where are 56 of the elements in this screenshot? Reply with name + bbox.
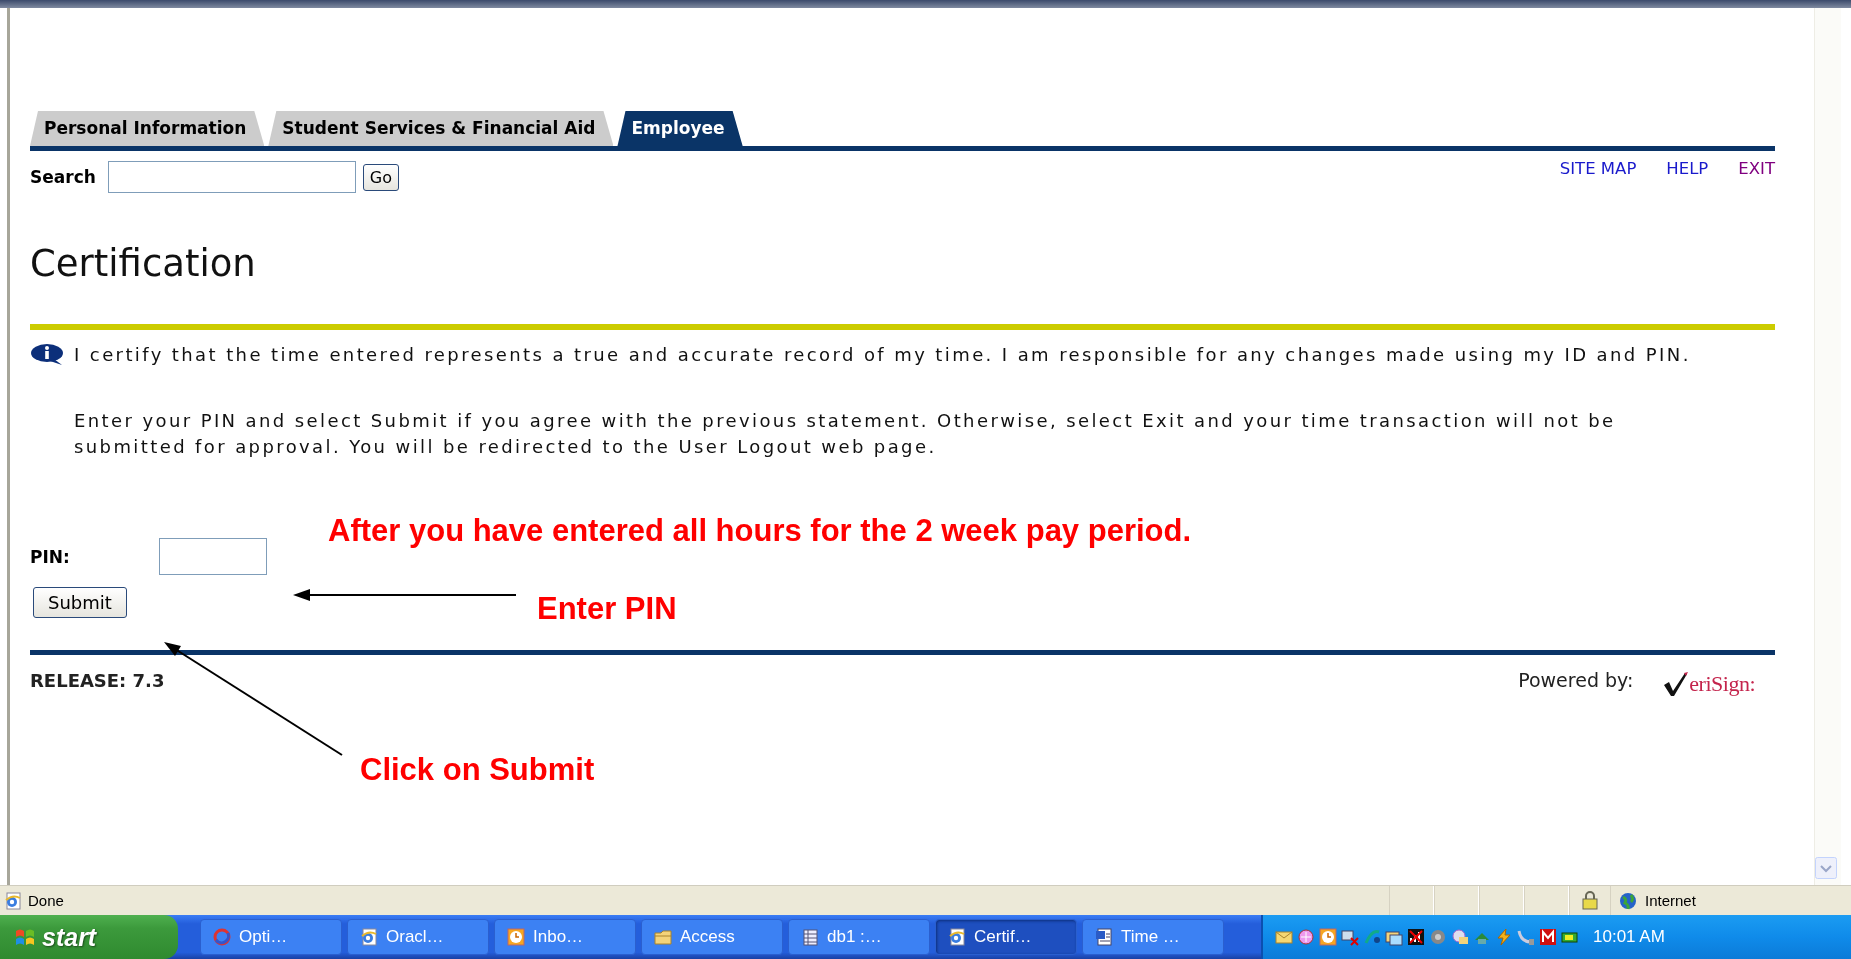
browser-icon (360, 928, 378, 946)
pin-label: PIN: (30, 546, 71, 567)
annotation-text: After you have entered all hours for the 2 week pay period. (328, 513, 1192, 549)
release-text: RELEASE: 7.3 (30, 669, 165, 691)
globe-icon (1619, 891, 1637, 910)
page-title: Certification (30, 242, 257, 285)
taskbar-button[interactable]: Time … (1082, 919, 1224, 955)
search-label: Search (30, 167, 96, 187)
taskbar-button[interactable]: Oracl… (347, 919, 489, 955)
disc-icon[interactable] (1451, 928, 1469, 946)
taskbar-button[interactable]: Opti… (200, 919, 342, 955)
submit-button[interactable]: Submit (33, 587, 127, 618)
annotation-text: Click on Submit (360, 752, 595, 788)
lock-icon (1581, 891, 1599, 910)
taskbar-button[interactable]: db1 :… (788, 919, 930, 955)
logo: eriSign: (1663, 671, 1755, 697)
document-icon (1095, 928, 1113, 946)
tray-icon[interactable] (1385, 928, 1403, 946)
envelope-icon[interactable] (1275, 928, 1293, 946)
network-icon[interactable] (1341, 928, 1359, 946)
windows-icon (14, 927, 36, 947)
taskbar-button[interactable]: Access (641, 919, 783, 955)
nav-link[interactable]: SITE MAP (1559, 159, 1637, 178)
pin-field[interactable] (159, 538, 267, 575)
clock-icon[interactable] (1319, 928, 1337, 946)
table-icon (801, 928, 819, 946)
status-text: Done (28, 892, 64, 909)
scroll-down-button[interactable] (1815, 857, 1837, 879)
signal-icon[interactable] (1407, 928, 1425, 946)
instruction-text: I certify that the time entered represents a true and accurate record of my time. I am responsible for any changes made using my ID and PIN. (74, 343, 1692, 367)
tray-icon[interactable] (1363, 928, 1381, 946)
search-field[interactable] (107, 161, 356, 193)
browser-icon (948, 928, 966, 946)
clock-text: 10:01 AM (1593, 927, 1665, 947)
zone-text: Internet (1645, 892, 1696, 909)
go-button[interactable]: Go (362, 163, 399, 191)
taskbar-button[interactable]: Certif… (935, 919, 1077, 955)
nav-link[interactable]: HELP (1666, 159, 1709, 178)
annotation-text: Enter PIN (537, 591, 677, 627)
ring-icon (213, 928, 231, 946)
nav-link[interactable]: EXIT (1738, 159, 1775, 178)
start-button[interactable]: start (0, 915, 178, 959)
instruction-text: Enter your PIN and select Submit if you agree with the previous statement. Otherwise, select Exit and your time transaction will not be submitted for approval. You will be redirected to the User Logout web page. (74, 409, 1617, 459)
tab[interactable]: Employee (617, 111, 743, 146)
taskbar-button[interactable]: Inbo… (494, 919, 636, 955)
tab[interactable]: Student Services & Financial Aid (268, 111, 614, 146)
info-icon (30, 342, 64, 366)
folder-icon (654, 928, 672, 946)
checkmark-icon (1663, 672, 1690, 697)
tab[interactable]: Personal Information (30, 111, 265, 146)
tray-icon[interactable] (1297, 928, 1315, 946)
powered-by-text: Powered by: (1518, 669, 1634, 691)
clock-icon (507, 928, 525, 946)
browser-icon (4, 891, 22, 910)
plug-icon[interactable] (1517, 928, 1535, 946)
lightning-icon[interactable] (1495, 928, 1513, 946)
